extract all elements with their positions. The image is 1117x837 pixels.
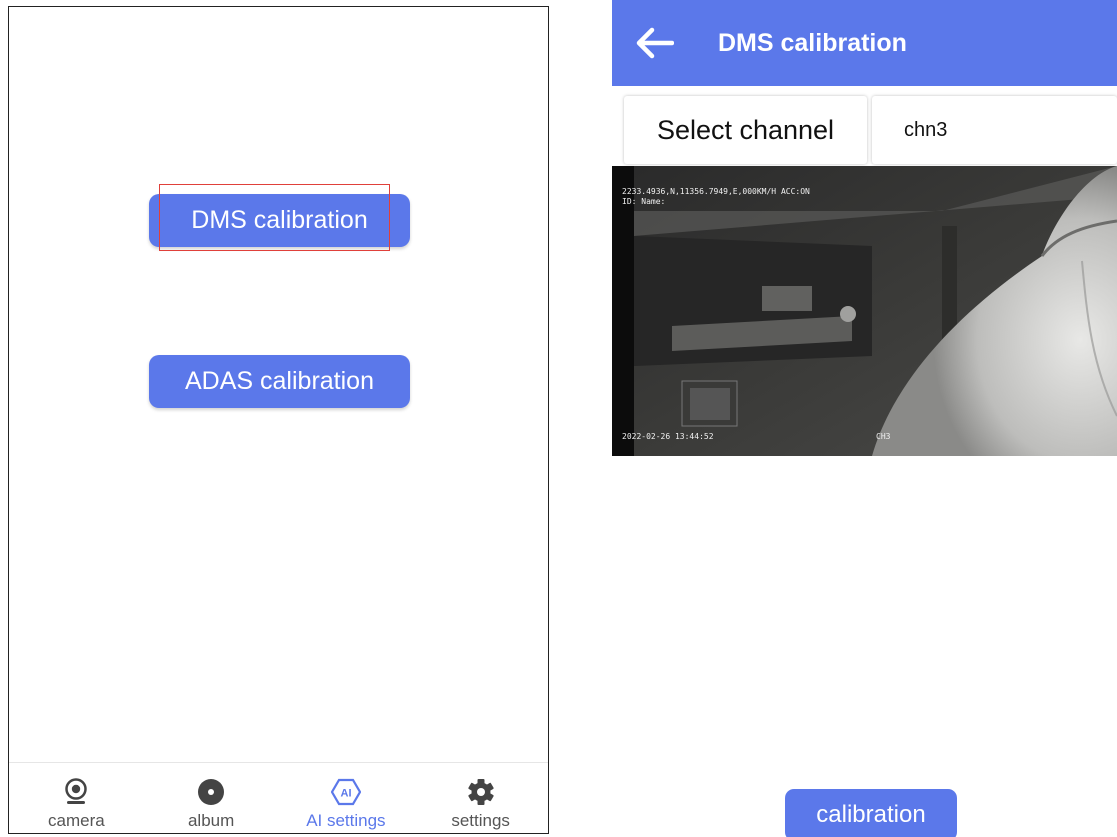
arrow-left-icon (636, 27, 674, 59)
calibration-button[interactable]: calibration (785, 789, 957, 837)
ai-hexagon-icon: AI (330, 777, 361, 807)
back-button[interactable] (626, 15, 682, 71)
gps-overlay-text: 2233.4936,N,11356.7949,E,000KM/H ACC:ON (622, 187, 810, 196)
ai-settings-screen: DMS calibration ADAS calibration camera … (8, 6, 549, 834)
tab-settings[interactable]: settings (413, 763, 548, 833)
camera-frame-image (612, 166, 1117, 456)
dms-calibration-screen: DMS calibration Select channel chn3 2233… (612, 0, 1117, 837)
bottom-tab-bar: camera album AI AI settings settings (9, 762, 548, 833)
tab-camera-label: camera (48, 811, 105, 830)
dms-calibration-button[interactable]: DMS calibration (149, 194, 410, 247)
svg-text:AI: AI (340, 788, 351, 800)
channel-overlay-tag: CH3 (876, 432, 891, 441)
channel-row: Select channel chn3 (612, 96, 1117, 164)
tab-ai-settings-label: AI settings (306, 811, 386, 830)
tab-camera[interactable]: camera (9, 763, 144, 833)
disc-icon (196, 777, 226, 807)
channel-dropdown[interactable]: chn3 (872, 96, 1117, 164)
timestamp-overlay-text: 2022-02-26 13:44:52 (622, 432, 714, 441)
tab-album[interactable]: album (144, 763, 279, 833)
app-bar: DMS calibration (612, 0, 1117, 86)
gear-icon (466, 777, 496, 807)
webcam-icon (61, 777, 91, 807)
id-overlay-text: ID: Name: (622, 197, 666, 206)
camera-preview: 2233.4936,N,11356.7949,E,000KM/H ACC:ON … (612, 166, 1117, 456)
select-channel-label: Select channel (624, 96, 867, 164)
adas-calibration-button[interactable]: ADAS calibration (149, 355, 410, 408)
tab-ai-settings[interactable]: AI AI settings (279, 763, 414, 833)
tab-settings-label: settings (451, 811, 510, 830)
page-title: DMS calibration (718, 28, 907, 57)
tab-album-label: album (187, 811, 235, 830)
